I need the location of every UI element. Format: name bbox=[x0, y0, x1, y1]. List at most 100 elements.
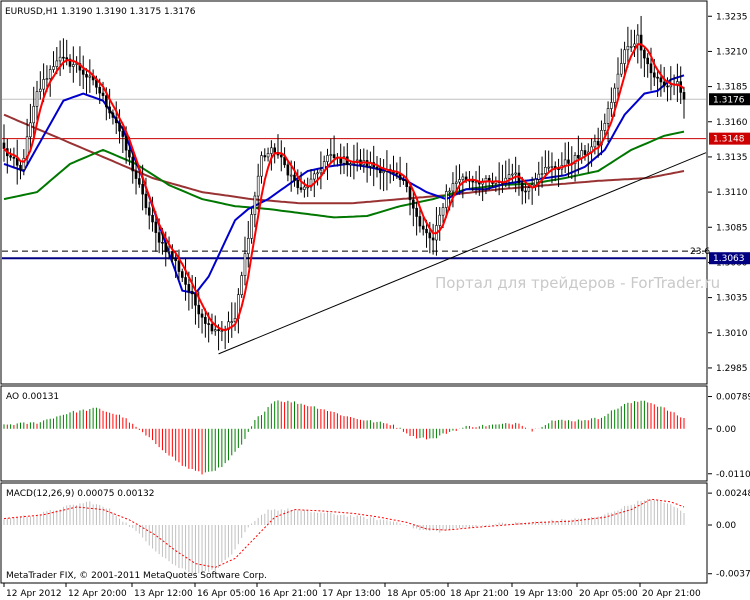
candle-body bbox=[326, 155, 329, 162]
candle-body bbox=[174, 258, 177, 262]
candle-body bbox=[184, 277, 187, 285]
candle-body bbox=[88, 75, 92, 78]
candle-body bbox=[412, 199, 415, 209]
candle-body bbox=[240, 275, 243, 295]
candle-body bbox=[157, 232, 161, 243]
candle-body bbox=[534, 179, 537, 186]
candle-body bbox=[511, 173, 514, 176]
main-panel-frame bbox=[0, 0, 708, 385]
candle-body bbox=[329, 154, 333, 156]
candle-body bbox=[633, 43, 636, 47]
price-tick-label: 1.3010 bbox=[716, 329, 748, 339]
macd-tick-label: -0.00379 bbox=[716, 570, 750, 580]
candle-body bbox=[643, 49, 646, 59]
price-tick-label: 1.3110 bbox=[716, 188, 748, 198]
candle-body bbox=[210, 324, 214, 332]
candle-body bbox=[147, 207, 151, 216]
candle-body bbox=[81, 69, 85, 75]
candle-body bbox=[289, 174, 293, 177]
macd-tick-label: 0.00 bbox=[716, 521, 736, 531]
candle-body bbox=[98, 86, 102, 94]
copyright-text: MetaTrader FIX, © 2001-2011 MetaQuotes S… bbox=[6, 571, 267, 581]
candle-body bbox=[527, 187, 531, 192]
price-tick-label: 1.3210 bbox=[716, 47, 748, 57]
fibo-label: 23.6 bbox=[690, 247, 710, 257]
candle-body bbox=[114, 117, 118, 124]
candle-body bbox=[603, 123, 607, 131]
candle-body bbox=[105, 95, 108, 108]
candle-body bbox=[402, 179, 405, 181]
candle-body bbox=[180, 271, 184, 278]
candle-body bbox=[623, 49, 626, 64]
macd-axis: 0.00248 0.00 -0.00379 bbox=[708, 489, 750, 580]
candle-body bbox=[441, 207, 445, 216]
candle-body bbox=[263, 155, 267, 158]
candle-body bbox=[408, 186, 412, 201]
candle-body bbox=[593, 140, 597, 148]
chart-canvas[interactable]: EURUSD,H1 1.3190 1.3190 1.3175 1.3176 По… bbox=[0, 0, 750, 600]
candle-body bbox=[395, 172, 399, 175]
candle-body bbox=[9, 155, 12, 158]
candle-body bbox=[144, 193, 148, 209]
candle-body bbox=[563, 159, 567, 166]
candle-body bbox=[29, 122, 32, 138]
candle-body bbox=[659, 77, 663, 83]
candle-body bbox=[382, 171, 385, 174]
candle-body bbox=[550, 166, 554, 168]
candle-body bbox=[514, 172, 517, 175]
candle-body bbox=[32, 106, 36, 124]
candle-body bbox=[332, 154, 336, 159]
candle-body bbox=[286, 164, 290, 176]
candle-body bbox=[124, 136, 128, 151]
candle-body bbox=[629, 46, 633, 48]
candle-body bbox=[256, 175, 260, 197]
candle-body bbox=[108, 106, 111, 114]
candle-body bbox=[187, 284, 191, 292]
candle-body bbox=[299, 187, 303, 190]
candle-body bbox=[55, 60, 59, 67]
candle-body bbox=[577, 155, 580, 159]
price-tick-label: 1.3035 bbox=[716, 294, 748, 304]
candle-body bbox=[220, 330, 224, 332]
candle-body bbox=[118, 122, 121, 132]
candle-body bbox=[544, 167, 547, 174]
candle-body bbox=[200, 313, 204, 318]
price-marker-label: 1.3063 bbox=[713, 254, 745, 264]
candle-body bbox=[197, 304, 201, 315]
candle-body bbox=[646, 57, 649, 65]
candle-body bbox=[303, 186, 306, 190]
price-tick-label: 1.3135 bbox=[716, 153, 748, 163]
ao-panel-frame bbox=[0, 385, 708, 482]
candle-body bbox=[48, 69, 52, 79]
candle-body bbox=[260, 155, 263, 177]
candle-body bbox=[639, 34, 643, 51]
candle-body bbox=[583, 150, 587, 155]
candle-body bbox=[19, 164, 22, 170]
candle-body bbox=[85, 74, 88, 78]
candle-body bbox=[270, 147, 273, 154]
candle-body bbox=[246, 238, 250, 255]
time-tick-label: 17 Apr 13:00 bbox=[322, 589, 381, 599]
candle-body bbox=[12, 156, 16, 159]
time-tick-label: 16 Apr 21:00 bbox=[259, 589, 318, 599]
candle-body bbox=[636, 34, 640, 45]
candle-body bbox=[461, 176, 465, 180]
candle-body bbox=[606, 108, 610, 124]
candle-body bbox=[39, 88, 42, 92]
candle-body bbox=[58, 56, 62, 62]
candle-body bbox=[610, 102, 613, 109]
time-tick-label: 19 Apr 13:00 bbox=[514, 589, 573, 599]
time-tick-label: 12 Apr 20:00 bbox=[68, 589, 127, 599]
candle-body bbox=[666, 85, 669, 88]
candle-body bbox=[230, 321, 234, 323]
candle-body bbox=[649, 63, 653, 74]
candle-body bbox=[190, 290, 194, 295]
candle-body bbox=[524, 190, 527, 193]
time-tick-label: 16 Apr 05:00 bbox=[197, 589, 256, 599]
price-tick-label: 1.3235 bbox=[716, 12, 748, 22]
candle-body bbox=[293, 174, 296, 181]
candle-body bbox=[520, 182, 524, 192]
candle-body bbox=[35, 91, 39, 107]
symbol-header: EURUSD,H1 1.3190 1.3190 1.3175 1.3176 bbox=[5, 7, 196, 17]
price-tick-label: 1.3160 bbox=[716, 118, 748, 128]
